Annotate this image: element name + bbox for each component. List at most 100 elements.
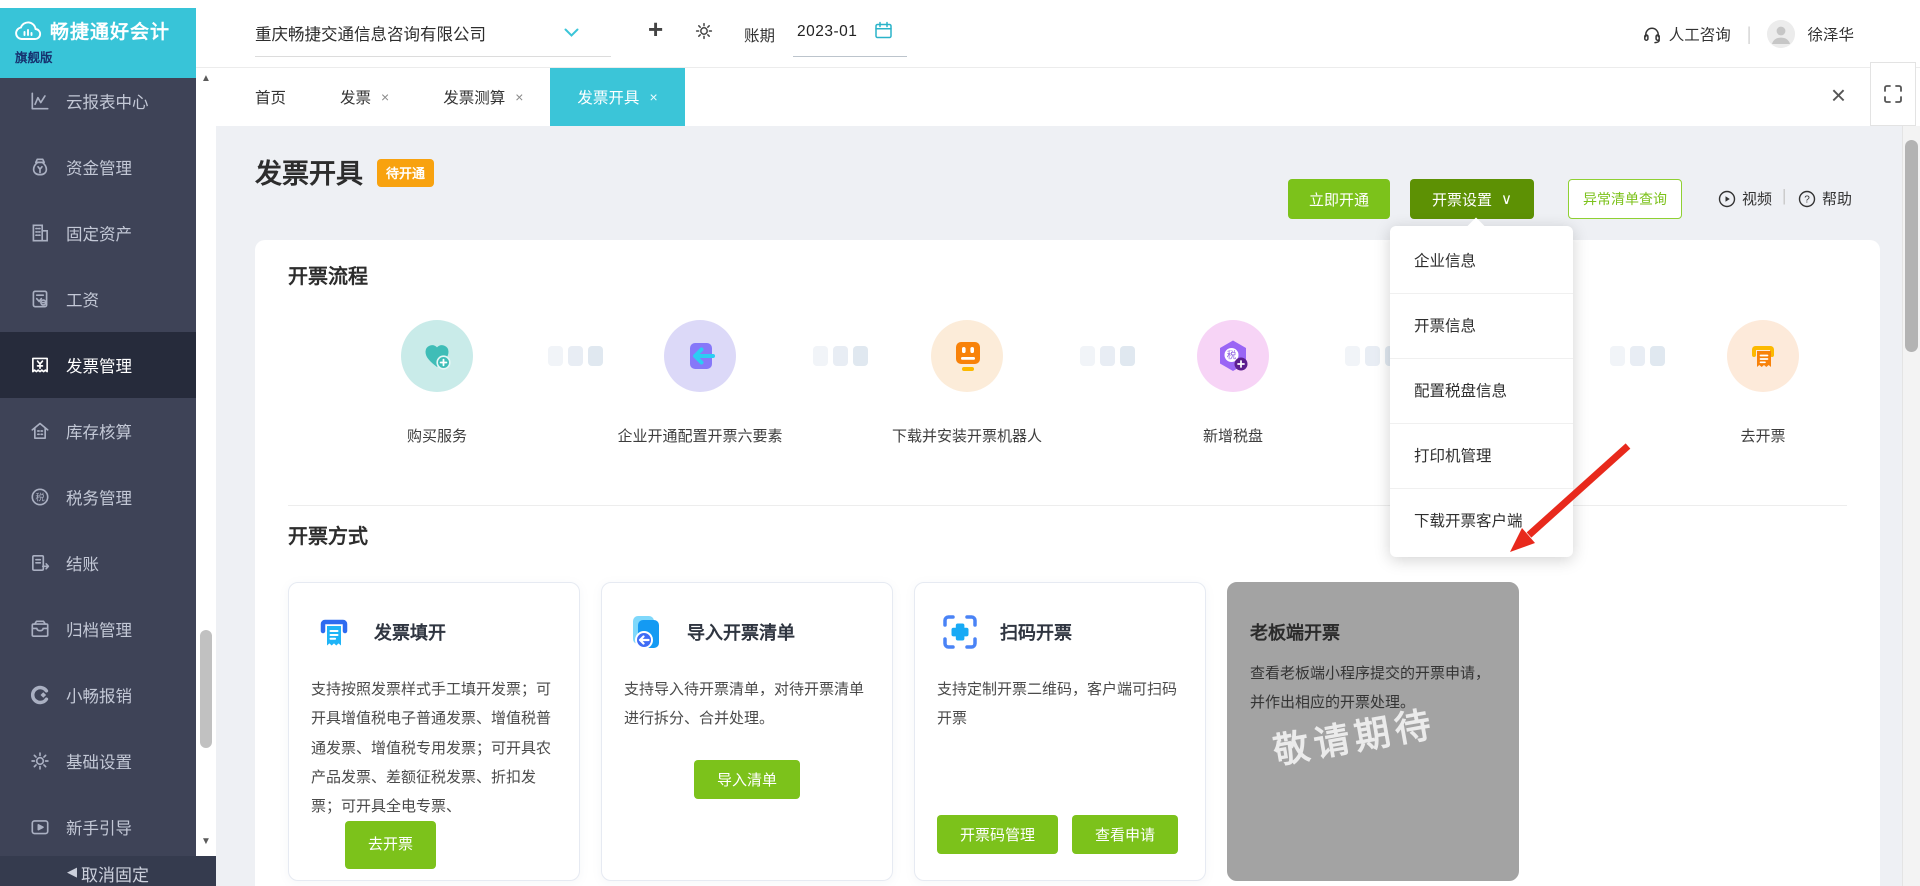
sidebar-item-archive[interactable]: 归档管理 xyxy=(0,596,216,662)
methods-section-title: 开票方式 xyxy=(288,526,368,548)
sidebar-item-label: 工资 xyxy=(66,292,99,310)
flow-step-label: 去开票 xyxy=(1740,428,1786,445)
invoice-settings-button[interactable]: 开票设置 ∨ xyxy=(1410,179,1534,219)
sidebar-item-label: 资金管理 xyxy=(66,160,132,178)
calendar-icon[interactable] xyxy=(874,21,893,40)
method-card-title: 扫码开票 xyxy=(1000,623,1072,643)
sidebar-item-funds[interactable]: 资金管理 xyxy=(0,134,216,200)
gear-icon[interactable] xyxy=(694,21,714,41)
settings-gear-icon xyxy=(29,750,51,772)
method-card-import-list: 导入开票清单 支持导入待开票清单，对待开票清单进行拆分、合并处理。 导入清单 xyxy=(601,582,893,881)
method-card-desc: 支持按照发票样式手工填开发票；可开具增值税电子普通发票、增值税普通发票、增值税专… xyxy=(311,681,552,815)
sidebar-item-inventory[interactable]: 库存核算 xyxy=(0,398,216,464)
sidebar-item-label: 结账 xyxy=(66,556,99,574)
company-name: 重庆畅捷交通信息咨询有限公司 xyxy=(255,26,486,44)
headset-icon xyxy=(1642,24,1662,44)
sidebar-item-tax[interactable]: 税 税务管理 xyxy=(0,464,216,530)
sidebar-item-fixed-assets[interactable]: 固定资产 xyxy=(0,200,216,266)
sidebar-scrollbar: ▲ ▼ xyxy=(196,68,216,856)
sidebar-item-closing[interactable]: 结账 xyxy=(0,530,216,596)
sidebar-item-invoice-management[interactable]: 发票管理 xyxy=(0,332,216,398)
fullscreen-button[interactable] xyxy=(1870,62,1916,126)
logo-badge: 旗舰版 xyxy=(15,51,53,65)
import-list-icon xyxy=(624,609,670,655)
flow-step-config-six: 企业开通配置开票六要素 xyxy=(580,320,820,446)
sidebar-item-guide[interactable]: 新手引导 xyxy=(0,794,216,860)
invoice-fill-icon xyxy=(311,609,357,655)
tab-invoice[interactable]: 发票 × xyxy=(313,68,416,126)
building-icon xyxy=(29,222,51,244)
fullscreen-icon xyxy=(1884,85,1902,103)
sidebar-item-label: 基础设置 xyxy=(66,754,132,772)
tab-label: 发票 xyxy=(340,90,372,107)
warehouse-icon xyxy=(29,420,51,442)
sidebar-item-payroll[interactable]: 工资 xyxy=(0,266,216,332)
support-link[interactable]: 人工咨询 xyxy=(1642,23,1731,45)
flow-section-title: 开票流程 xyxy=(288,266,368,288)
video-link[interactable]: 视频 xyxy=(1718,188,1772,209)
tab-label: 发票测算 xyxy=(443,90,506,107)
menu-item-company-info[interactable]: 企业信息 xyxy=(1390,229,1573,294)
company-underline xyxy=(255,56,611,57)
method-card-desc: 支持定制开票二维码，客户端可扫码开票 xyxy=(937,681,1178,728)
sidebar-item-label: 发票管理 xyxy=(66,358,132,376)
section-divider xyxy=(288,505,1847,506)
svg-text:税: 税 xyxy=(1227,350,1237,362)
sidebar-item-expense[interactable]: 小畅报销 xyxy=(0,662,216,728)
flow-step-label: 购买服务 xyxy=(406,428,467,445)
play-circle-icon xyxy=(1718,190,1736,208)
tab-close-icon[interactable]: × xyxy=(381,89,389,105)
period-label: 账期 xyxy=(744,28,776,45)
support-label: 人工咨询 xyxy=(1668,27,1731,44)
report-chart-icon xyxy=(29,90,51,112)
tab-label: 首页 xyxy=(255,90,287,107)
tab-invoice-issue[interactable]: 发票开具 × xyxy=(550,68,685,126)
invoice-settings-label: 开票设置 xyxy=(1432,191,1493,209)
period-value[interactable]: 2023-01 xyxy=(797,23,857,41)
user-name[interactable]: 徐泽华 xyxy=(1807,23,1854,45)
config-import-icon xyxy=(664,320,736,392)
xiaochang-c-icon xyxy=(29,684,51,706)
collapse-left-icon: ◀ xyxy=(67,864,77,879)
topbar-divider: | xyxy=(1746,23,1752,44)
sidebar-scroll-down-arrow[interactable]: ▼ xyxy=(196,836,216,847)
menu-item-download-client[interactable]: 下载开票客户端 xyxy=(1390,489,1573,554)
import-list-button[interactable]: 导入清单 xyxy=(693,759,800,799)
method-card-title: 导入开票清单 xyxy=(687,623,795,643)
help-label: 帮助 xyxy=(1822,191,1853,208)
company-selector[interactable]: 重庆畅捷交通信息咨询有限公司 xyxy=(255,21,579,45)
tab-invoice-estimate[interactable]: 发票测算 × xyxy=(416,68,550,126)
tab-close-icon[interactable]: × xyxy=(649,89,657,105)
go-invoice-button[interactable]: 去开票 xyxy=(345,821,437,869)
sidebar-unpin-button[interactable]: ◀ 取消固定 xyxy=(0,856,216,886)
sidebar-item-label: 云报表中心 xyxy=(66,94,149,112)
page-scroll-thumb[interactable] xyxy=(1905,140,1918,352)
sidebar-item-label: 库存核算 xyxy=(66,424,132,442)
sidebar-item-label: 固定资产 xyxy=(66,226,132,244)
method-card-title: 老板端开票 xyxy=(1250,623,1340,643)
period-underline xyxy=(793,56,907,57)
menu-item-tax-disk-config[interactable]: 配置税盘信息 xyxy=(1390,359,1573,424)
tab-home[interactable]: 首页 xyxy=(228,68,313,126)
abnormal-list-button[interactable]: 异常清单查询 xyxy=(1568,179,1682,219)
avatar[interactable] xyxy=(1767,20,1796,48)
add-account-button[interactable]: + xyxy=(648,16,663,42)
sidebar: 云报表中心 资金管理 固定资产 工资 发票管理 库存核算 税 税务管理 结账 归… xyxy=(0,68,216,886)
closing-book-icon xyxy=(29,552,51,574)
sidebar-scroll-thumb[interactable] xyxy=(200,630,212,748)
close-panel-icon[interactable]: × xyxy=(1831,82,1846,108)
tab-close-icon[interactable]: × xyxy=(515,89,523,105)
invoice-methods: 开票方式 发票填开 支持按照发票样式手工填开发票；可开具增值税电子普通发票、增值… xyxy=(288,520,1847,881)
view-applications-button[interactable]: 查看申请 xyxy=(1072,815,1179,854)
app-logo: 畅捷通好会计 旗舰版 xyxy=(0,8,196,78)
menu-item-invoice-info[interactable]: 开票信息 xyxy=(1390,294,1573,359)
help-link[interactable]: ? 帮助 xyxy=(1798,188,1852,209)
menu-item-printer-manage[interactable]: 打印机管理 xyxy=(1390,424,1573,489)
invoice-code-manage-button[interactable]: 开票码管理 xyxy=(937,815,1059,854)
sidebar-scroll-up-arrow[interactable]: ▲ xyxy=(196,73,216,84)
activate-now-button[interactable]: 立即开通 xyxy=(1288,179,1391,219)
video-guide-icon xyxy=(29,816,51,838)
sidebar-item-settings[interactable]: 基础设置 xyxy=(0,728,216,794)
sidebar-item-label: 归档管理 xyxy=(66,622,132,640)
tax-disk-plus-icon: 税 xyxy=(1197,320,1269,392)
